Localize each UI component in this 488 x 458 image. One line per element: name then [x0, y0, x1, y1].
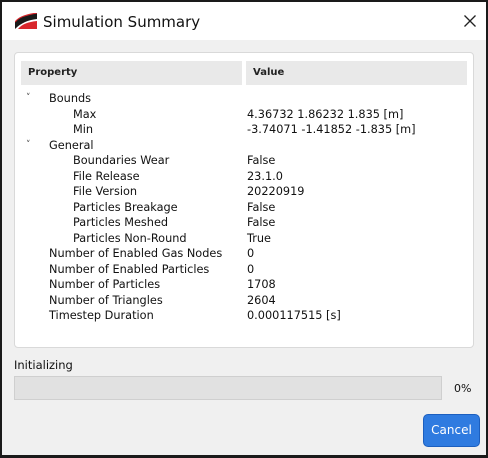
value-cell: 0 — [247, 262, 255, 276]
property-cell: Particles Breakage — [73, 200, 178, 214]
cancel-button[interactable]: Cancel — [423, 414, 480, 447]
property-cell: File Release — [73, 169, 140, 183]
value-cell: 1708 — [247, 278, 276, 291]
progress-percent: 0% — [454, 382, 472, 395]
property-cell: Max — [73, 107, 97, 121]
table-row[interactable]: Particles Meshed False — [15, 215, 473, 231]
property-cell: Timestep Duration — [49, 309, 154, 322]
property-cell: File Version — [73, 185, 138, 198]
table-row[interactable]: File Release 23.1.0 — [15, 169, 473, 185]
value-cell: 2604 — [247, 293, 276, 307]
value-cell: 0.000117515 [s] — [247, 309, 341, 322]
table-rows: ˅ Bounds Max 4.36732 1.86232 1.835 [m] Min -3… — [15, 91, 473, 324]
value-cell: False — [247, 216, 276, 229]
title-bar: Simulation Summary — [2, 2, 486, 40]
value-cell: True — [247, 231, 271, 245]
chevron-down-icon[interactable]: ˅ — [26, 138, 36, 154]
status-label: Initializing — [14, 358, 73, 372]
progress-bar — [14, 376, 442, 400]
summary-table: Property Value ˅ Bounds Max 4.36732 1.86232… — [14, 52, 474, 348]
table-row[interactable]: Min -3.74071 -1.41852 -1.835 [m] — [15, 122, 473, 138]
table-row[interactable]: Number of Enabled Gas Nodes 0 — [15, 246, 473, 262]
table-row[interactable]: Particles Non-Round True — [15, 231, 473, 247]
value-cell: -3.74071 -1.41852 -1.835 [m] — [247, 123, 416, 136]
property-cell: Number of Particles — [49, 278, 161, 291]
dialog-body: Property Value ˅ Bounds Max 4.36732 1.86232… — [2, 40, 486, 455]
value-cell: 4.36732 1.86232 1.835 [m] — [247, 107, 404, 121]
property-cell: Bounds — [49, 92, 92, 105]
value-cell: 20220919 — [247, 185, 305, 198]
property-cell: General — [49, 138, 94, 152]
chevron-down-icon[interactable]: ˅ — [26, 91, 36, 107]
table-row[interactable]: Number of Enabled Particles 0 — [15, 262, 473, 278]
property-cell: Boundaries Wear — [73, 154, 170, 167]
ansys-rocky-logo-icon — [14, 12, 38, 29]
column-header-property[interactable]: Property — [21, 61, 242, 85]
property-cell: Number of Enabled Particles — [49, 262, 210, 276]
property-cell: Number of Triangles — [49, 293, 163, 307]
property-cell: Particles Meshed — [73, 216, 169, 229]
table-row[interactable]: Max 4.36732 1.86232 1.835 [m] — [15, 107, 473, 123]
table-row[interactable]: Particles Breakage False — [15, 200, 473, 216]
close-icon[interactable] — [458, 9, 482, 33]
table-row[interactable]: Number of Particles 1708 — [15, 277, 473, 293]
value-cell: 23.1.0 — [247, 169, 283, 183]
window-title: Simulation Summary — [43, 13, 201, 31]
column-header-value[interactable]: Value — [246, 61, 467, 85]
table-row[interactable]: Boundaries Wear False — [15, 153, 473, 169]
value-cell: False — [247, 154, 276, 167]
value-cell: False — [247, 200, 276, 214]
property-cell: Number of Enabled Gas Nodes — [49, 247, 223, 260]
property-cell: Particles Non-Round — [73, 231, 187, 245]
table-row[interactable]: ˅ Bounds — [15, 91, 473, 107]
property-cell: Min — [73, 123, 94, 136]
table-header: Property Value — [21, 61, 467, 85]
table-row[interactable]: File Version 20220919 — [15, 184, 473, 200]
value-cell: 0 — [247, 247, 255, 260]
table-row[interactable]: Timestep Duration 0.000117515 [s] — [15, 308, 473, 324]
table-row[interactable]: Number of Triangles 2604 — [15, 293, 473, 309]
simulation-summary-dialog: Simulation Summary Property Value ˅ Bound… — [0, 0, 488, 458]
table-row[interactable]: ˅ General — [15, 138, 473, 154]
